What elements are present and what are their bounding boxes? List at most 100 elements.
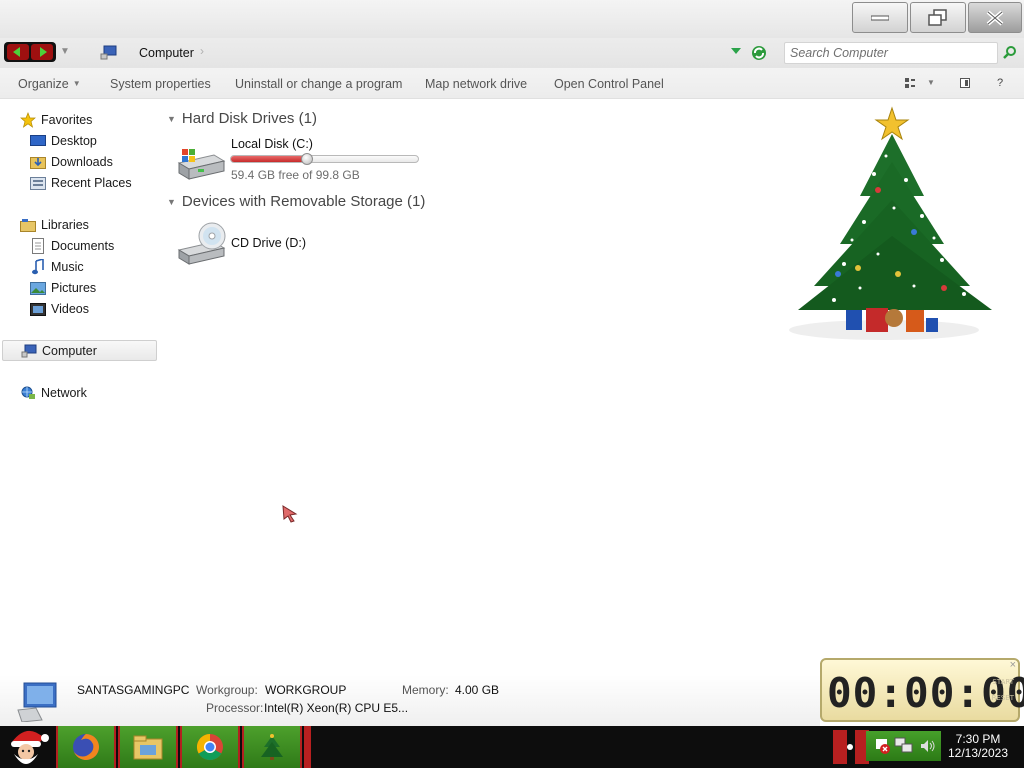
disk-capacity-knob <box>300 153 313 165</box>
search-icon[interactable] <box>1003 45 1017 59</box>
cd-drive-icon <box>177 222 226 265</box>
close-icon <box>986 9 1004 26</box>
local-disk-free-space: 59.4 GB free of 99.8 GB <box>231 168 360 182</box>
star-icon <box>20 111 36 128</box>
nav-documents[interactable]: Documents <box>0 235 158 256</box>
taskbar-chrome-button[interactable] <box>180 726 240 768</box>
workgroup-value: WORKGROUP <box>265 683 347 697</box>
map-network-drive-button[interactable]: Map network drive <box>425 77 527 91</box>
taskbar: 7:30 PM 12/13/2023 <box>0 726 1024 768</box>
forward-button[interactable] <box>31 44 53 60</box>
music-icon <box>30 258 46 275</box>
back-arrow-icon <box>13 47 20 57</box>
nav-favorites[interactable]: Favorites <box>0 109 158 130</box>
clock-time: 7:30 PM <box>955 732 1001 746</box>
help-icon[interactable]: ? <box>997 77 1003 89</box>
search-input[interactable]: Search Computer <box>784 42 998 64</box>
organize-button[interactable]: Organize ▼ <box>18 77 81 91</box>
nav-recent-places[interactable]: Recent Places <box>0 172 158 193</box>
address-bar: ▼ Computer › Search Computer <box>0 38 1024 68</box>
back-button[interactable] <box>7 44 29 60</box>
preview-pane-icon[interactable] <box>960 78 970 88</box>
nav-music[interactable]: Music <box>0 256 158 277</box>
taskbar-tree-app-button[interactable] <box>242 726 302 768</box>
navigation-pane: Favorites Desktop Downloads Recent Place… <box>0 100 162 675</box>
clock-date: 12/13/2023 <box>947 746 1009 760</box>
minimize-button[interactable] <box>852 2 908 33</box>
hard-disk-drives-group-header[interactable]: ▼ Hard Disk Drives (1) <box>167 110 317 127</box>
desktop-icon <box>30 133 46 149</box>
breadcrumb-chevron-icon[interactable]: › <box>200 44 204 58</box>
stopwatch-gadget[interactable]: 00:00:00 × START RESET <box>820 658 1024 722</box>
minimize-icon <box>871 15 889 20</box>
videos-icon <box>30 301 46 317</box>
network-tray-icon[interactable] <box>894 736 914 756</box>
nav-music-label: Music <box>51 259 84 274</box>
workgroup-label: Workgroup: <box>196 683 258 697</box>
chevron-down-icon: ▼ <box>72 79 81 88</box>
nav-network-label: Network <box>41 385 87 400</box>
tray-dot-icon[interactable] <box>847 744 853 750</box>
recent-pages-dropdown[interactable]: ▼ <box>60 46 70 57</box>
removable-storage-group-header[interactable]: ▼ Devices with Removable Storage (1) <box>167 193 425 210</box>
view-dropdown-icon[interactable]: ▼ <box>927 78 935 87</box>
hard-disk-drives-group-label: Hard Disk Drives (1) <box>181 110 317 127</box>
firefox-icon <box>73 734 99 760</box>
navigation-buttons <box>4 42 56 62</box>
stopwatch-time: 00:00:00 <box>827 669 1024 717</box>
nav-videos[interactable]: Videos <box>0 298 158 319</box>
address-path[interactable]: Computer <box>139 46 194 60</box>
gadget-close-icon[interactable]: × <box>1010 659 1016 671</box>
nav-libraries-label: Libraries <box>41 217 89 232</box>
computer-name: SANTASGAMINGPC <box>77 683 190 697</box>
chrome-icon <box>196 733 223 761</box>
network-icon <box>20 385 36 401</box>
computer-large-icon <box>17 682 57 722</box>
nav-recent-places-label: Recent Places <box>51 175 132 190</box>
nav-videos-label: Videos <box>51 301 89 316</box>
christmas-tree-image <box>789 106 992 340</box>
address-dropdown-icon[interactable] <box>731 47 741 55</box>
collapse-triangle-icon: ▼ <box>167 113 176 124</box>
disk-capacity-bar <box>230 153 419 165</box>
volume-icon[interactable] <box>920 739 936 753</box>
gadget-start-button[interactable]: START <box>992 678 1014 686</box>
restore-button[interactable] <box>910 2 966 33</box>
computer-icon <box>21 343 37 359</box>
organize-label: Organize <box>18 77 69 91</box>
mouse-cursor-icon <box>282 505 298 523</box>
start-button-santa-icon[interactable] <box>2 726 52 768</box>
libraries-icon <box>20 217 36 233</box>
open-control-panel-button[interactable]: Open Control Panel <box>554 77 664 91</box>
nav-downloads[interactable]: Downloads <box>0 151 158 172</box>
cd-drive-name: CD Drive (D:) <box>231 236 306 250</box>
action-center-flag-icon[interactable] <box>874 737 890 755</box>
system-properties-button[interactable]: System properties <box>110 77 211 91</box>
local-disk-name: Local Disk (C:) <box>231 137 313 151</box>
nav-libraries[interactable]: Libraries <box>0 214 158 235</box>
refresh-icon[interactable] <box>751 45 767 61</box>
nav-computer[interactable]: Computer <box>2 340 157 361</box>
processor-value: Intel(R) Xeon(R) CPU E5... <box>264 701 409 715</box>
disk-capacity-fill <box>231 156 307 162</box>
nav-pictures-label: Pictures <box>51 280 97 295</box>
forward-arrow-icon <box>40 47 47 57</box>
gadget-reset-button[interactable]: RESET <box>992 694 1014 702</box>
nav-desktop[interactable]: Desktop <box>0 130 158 151</box>
file-explorer-icon <box>133 735 163 760</box>
removable-storage-group-label: Devices with Removable Storage (1) <box>181 193 426 210</box>
downloads-folder-icon <box>30 154 46 170</box>
taskbar-firefox-button[interactable] <box>56 726 116 768</box>
view-options-icon[interactable] <box>905 78 915 88</box>
title-bar <box>0 0 1024 38</box>
taskbar-explorer-button[interactable] <box>118 726 178 768</box>
nav-pictures[interactable]: Pictures <box>0 277 158 298</box>
taskbar-clock[interactable]: 7:30 PM 12/13/2023 <box>940 732 1016 760</box>
uninstall-program-button[interactable]: Uninstall or change a program <box>235 77 402 91</box>
nav-network[interactable]: Network <box>0 382 158 403</box>
taskbar-separator <box>304 726 311 768</box>
search-placeholder: Search Computer <box>790 46 888 60</box>
close-button[interactable] <box>968 2 1022 33</box>
pictures-icon <box>30 280 46 296</box>
processor-label: Processor: <box>206 701 264 715</box>
